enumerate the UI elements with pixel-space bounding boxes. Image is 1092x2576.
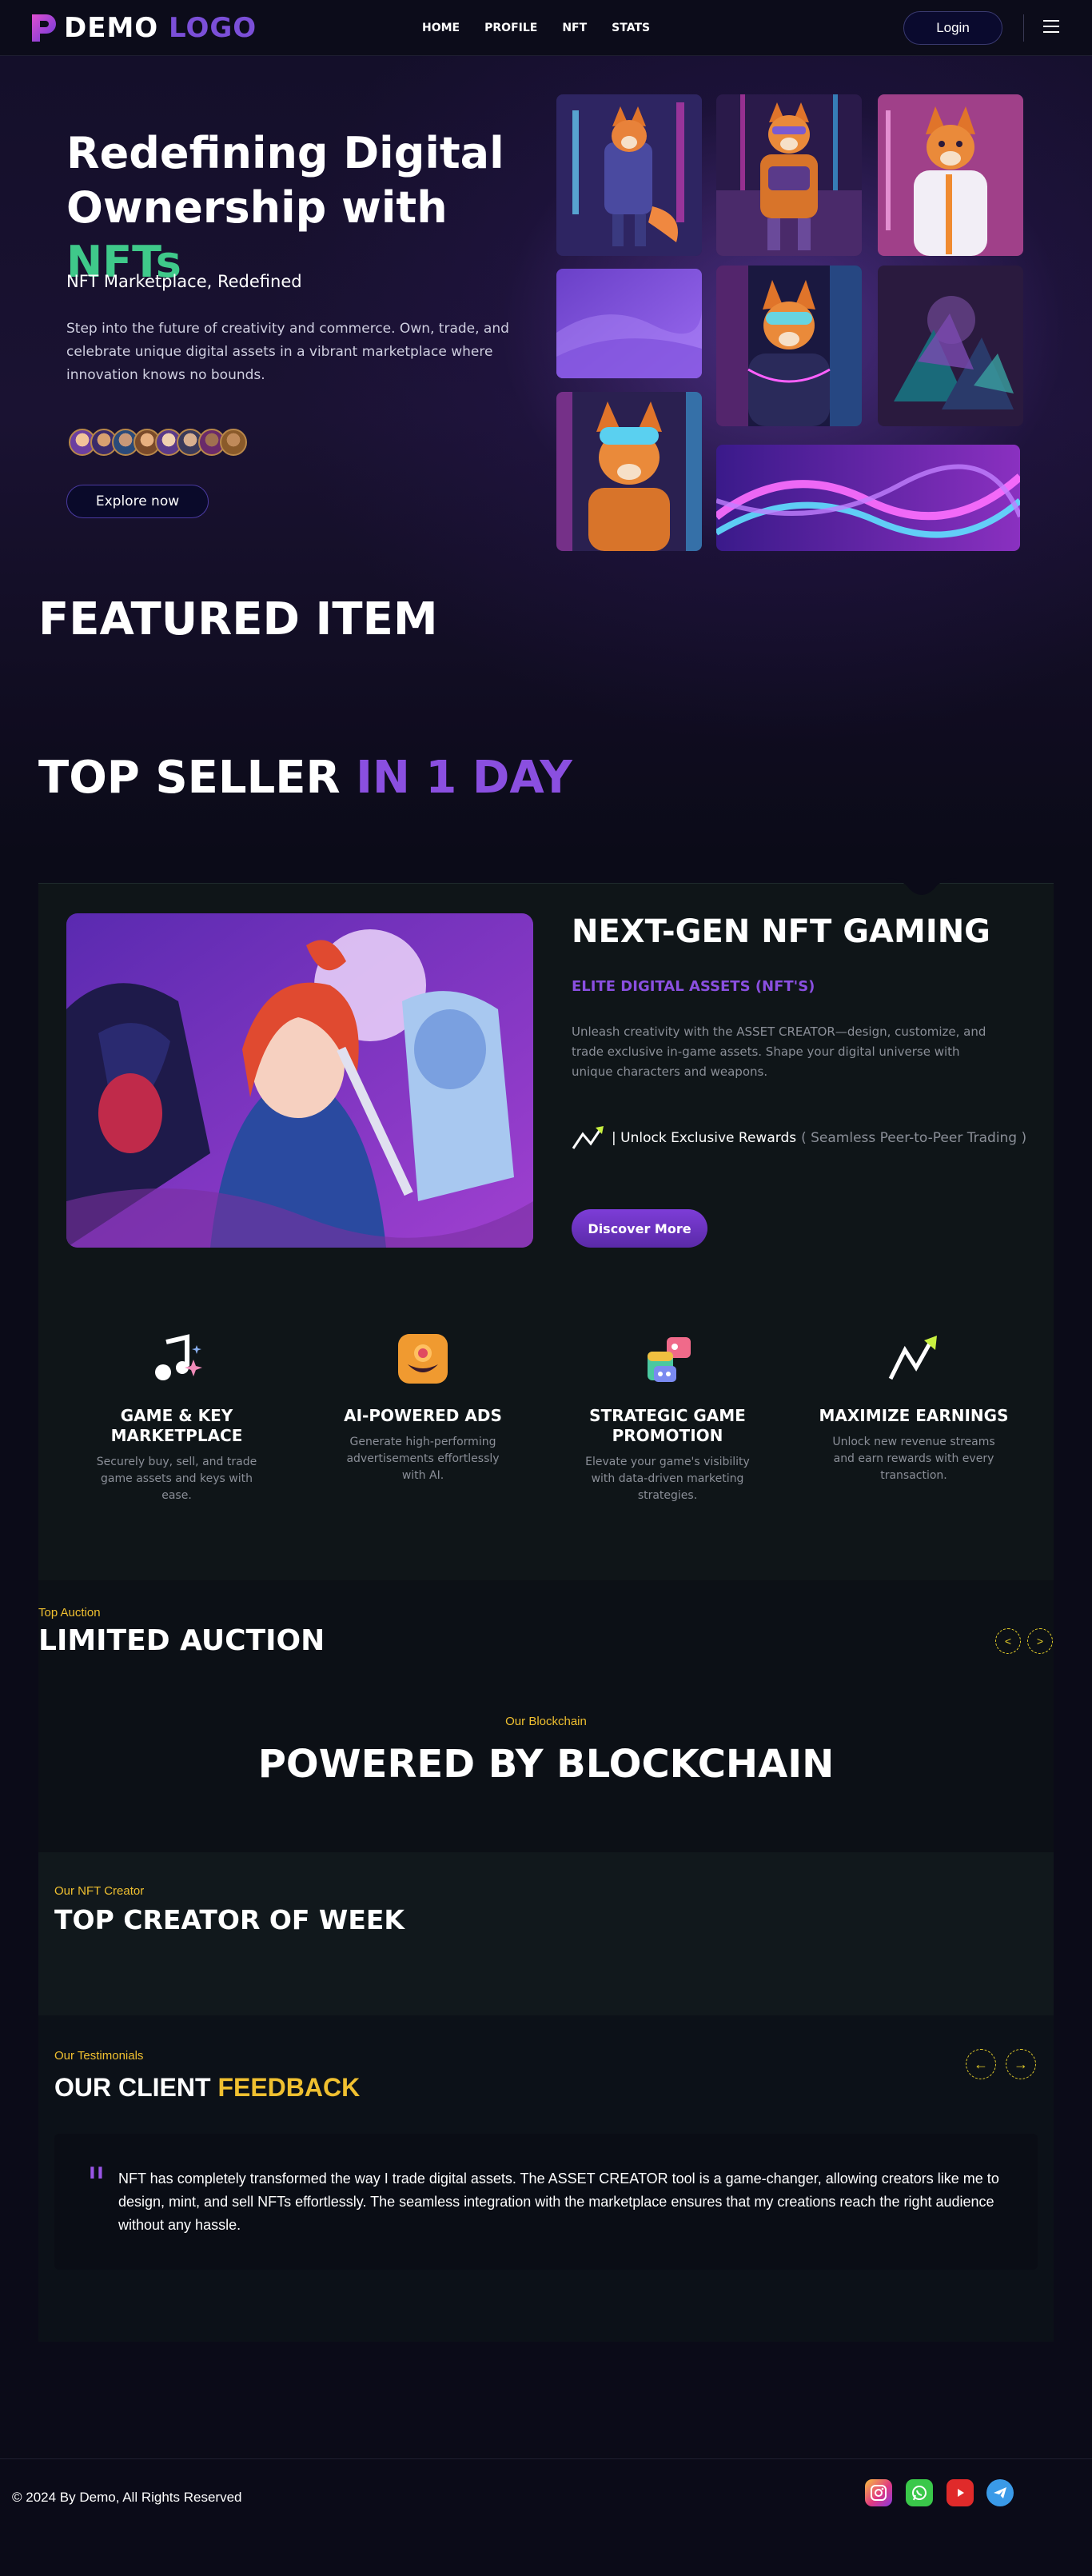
gaming-description: Unleash creativity with the ASSET CREATO… xyxy=(572,1024,986,1079)
auction-next-button[interactable]: > xyxy=(1027,1628,1053,1654)
feature-title: MAXIMIZE EARNINGS xyxy=(819,1406,1009,1425)
rewards-main-text: | Unlock Exclusive Rewards xyxy=(612,1130,797,1146)
nav-link-stats[interactable]: STATS xyxy=(612,20,650,36)
nft-image-crystal-shapes[interactable] xyxy=(878,266,1023,426)
feature-title: AI-POWERED ADS xyxy=(344,1406,502,1425)
explore-now-button[interactable]: Explore now xyxy=(66,485,209,518)
avatar xyxy=(220,429,247,456)
client-feedback-title: OUR CLIENT FEEDBACK xyxy=(54,2071,360,2103)
limited-auction-title: LIMITED AUCTION xyxy=(38,1624,325,1657)
feature-description: Securely buy, sell, and trade game asset… xyxy=(96,1456,257,1502)
nft-image-fox-white-suit[interactable] xyxy=(878,94,1023,256)
top-seller-heading-main: TOP SELLER xyxy=(38,752,357,804)
login-button[interactable]: Login xyxy=(903,11,1002,45)
youtube-icon[interactable] xyxy=(947,2479,974,2506)
growth-arrow-icon xyxy=(572,1126,604,1149)
nav-link-home[interactable]: HOME xyxy=(422,20,460,36)
blockchain-eyebrow: Our Blockchain xyxy=(505,1715,587,1728)
top-auction-eyebrow: Top Auction xyxy=(38,1606,101,1619)
discover-more-button[interactable]: Discover More xyxy=(572,1209,707,1248)
creator-eyebrow: Our NFT Creator xyxy=(54,1884,145,1898)
quote-mark-icon: " xyxy=(86,2159,106,2209)
footer xyxy=(0,2458,1092,2576)
hero-title-line1: Redefining Digital xyxy=(66,128,504,178)
rewards-note-text: ( Seamless Peer-to-Peer Trading ) xyxy=(801,1130,1027,1146)
feature-description: Elevate your game's visibility with data… xyxy=(585,1456,750,1502)
logo-icon[interactable] xyxy=(26,10,59,45)
whatsapp-icon[interactable] xyxy=(906,2479,933,2506)
hero-description: Step into the future of creativity and c… xyxy=(66,321,509,383)
top-seller-heading-accent: IN 1 DAY xyxy=(356,752,572,804)
powered-by-blockchain-title: POWERED BY BLOCKCHAIN xyxy=(257,1742,835,1787)
footer-copyright: © 2024 By Demo, All Rights Reserved xyxy=(12,2490,242,2505)
top-creator-title: TOP CREATOR OF WEEK xyxy=(54,1904,405,1935)
client-feedback-title-main: OUR CLIENT xyxy=(54,2073,218,2102)
hero-subtitle: NFT Marketplace, Redefined xyxy=(66,272,302,291)
nft-image-fox-armor[interactable] xyxy=(716,94,862,256)
game-art-image[interactable] xyxy=(66,913,533,1248)
testimonials-eyebrow: Our Testimonials xyxy=(54,2049,144,2063)
testimonials-next-button[interactable]: → xyxy=(1006,2049,1036,2079)
hero-title-line2: Ownership with xyxy=(66,182,448,233)
nft-image-fox-neon-jacket[interactable] xyxy=(716,266,862,426)
nft-image-purple-abstract[interactable] xyxy=(556,269,702,378)
logo-word-logo: LOGO xyxy=(169,12,257,44)
testimonials-prev-button[interactable]: ← xyxy=(966,2049,996,2079)
top-seller-heading: TOP SELLER IN 1 DAY xyxy=(38,750,572,806)
smiley-ad-icon xyxy=(398,1334,448,1384)
feature-strategic-game-promotion: STRATEGIC GAME PROMOTION Elevate your ga… xyxy=(572,1331,763,1504)
nav-divider xyxy=(1023,14,1024,42)
music-note-icon xyxy=(155,1334,202,1380)
feature-ai-powered-ads: AI-POWERED ADS Generate high-performing … xyxy=(327,1331,519,1484)
featured-item-heading: FEATURED ITEM xyxy=(38,593,438,645)
panel-notch-decoration xyxy=(886,878,958,895)
feature-game-key-marketplace: GAME & KEY MARKETPLACE Securely buy, sel… xyxy=(81,1331,273,1504)
instagram-icon[interactable] xyxy=(865,2479,892,2506)
telegram-icon[interactable] xyxy=(986,2479,1014,2506)
hero-title: Redefining Digital Ownership with NFTs xyxy=(66,126,546,290)
growth-arrow-icon xyxy=(888,1336,937,1380)
auction-prev-button[interactable]: < xyxy=(995,1628,1021,1654)
colorful-apps-icon xyxy=(648,1337,691,1382)
gaming-title: NEXT-GEN NFT GAMING xyxy=(572,913,991,950)
client-feedback-title-accent: FEEDBACK xyxy=(217,2073,361,2102)
logo-text[interactable]: DEMO LOGO xyxy=(64,11,257,45)
feature-maximize-earnings: MAXIMIZE EARNINGS Unlock new revenue str… xyxy=(818,1331,1010,1484)
nft-image-fox-goggles[interactable] xyxy=(556,392,702,551)
gaming-subtitle: ELITE DIGITAL ASSETS (NFT'S) xyxy=(572,978,815,995)
testimonial-text: NFT has completely transformed the way I… xyxy=(118,2171,999,2233)
nft-image-neon-waves[interactable] xyxy=(716,445,1020,551)
logo-word-demo: DEMO xyxy=(64,12,159,44)
nav-links: HOME PROFILE NFT STATS xyxy=(422,20,650,36)
feature-description: Generate high-performing advertisements … xyxy=(346,1436,500,1482)
nft-image-fox-astronaut[interactable] xyxy=(556,94,702,256)
feature-title: GAME & KEY MARKETPLACE xyxy=(110,1406,243,1445)
rewards-line: | Unlock Exclusive Rewards ( Seamless Pe… xyxy=(572,1124,1026,1152)
hamburger-menu-icon[interactable] xyxy=(1043,20,1059,34)
nav-link-nft[interactable]: NFT xyxy=(562,20,587,36)
feature-title: STRATEGIC GAME PROMOTION xyxy=(589,1406,746,1445)
feature-description: Unlock new revenue streams and earn rewa… xyxy=(832,1436,995,1482)
nav-link-profile[interactable]: PROFILE xyxy=(484,20,537,36)
